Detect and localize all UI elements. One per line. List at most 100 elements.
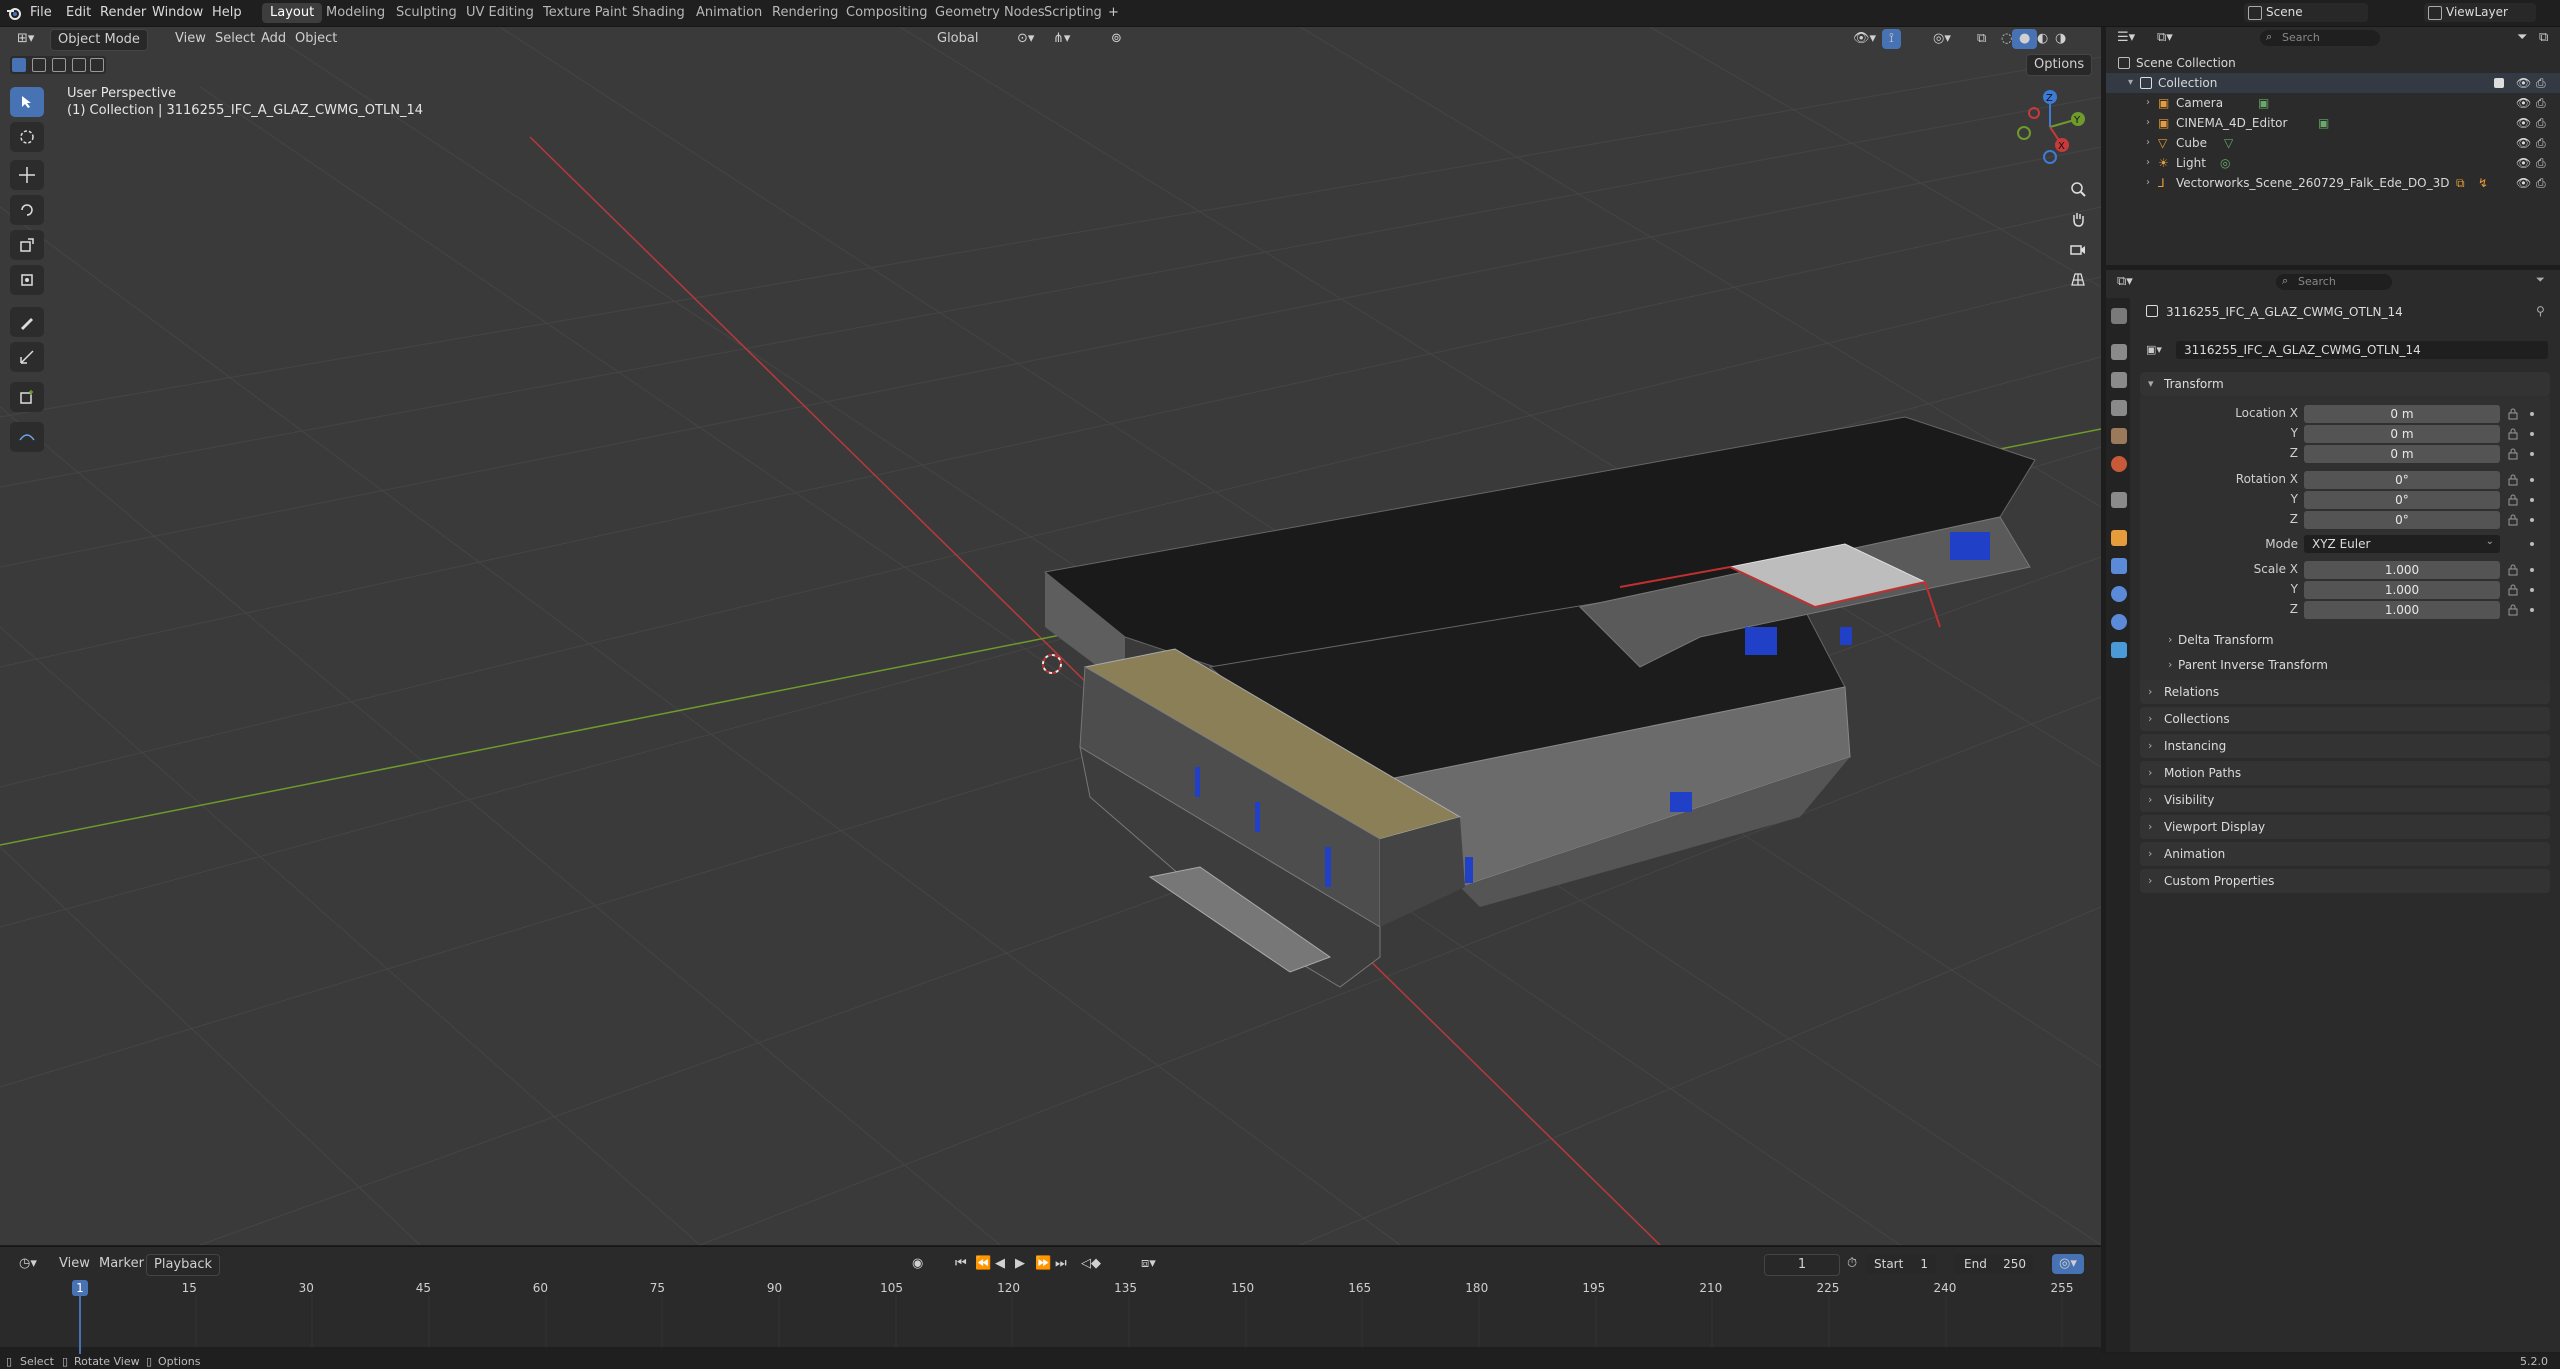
outliner-search-input[interactable]: ⌕ Search xyxy=(2260,30,2380,46)
outliner-row-camera[interactable]: › ▣ Camera ▣ 👁 ⎙ xyxy=(2106,93,2560,113)
scale-x-field[interactable]: 1.000 xyxy=(2304,561,2500,579)
view-layer-tab-icon[interactable] xyxy=(2111,400,2127,416)
outliner-row-cinema4d[interactable]: › ▣ CINEMA_4D_Editor ▣ 👁 ⎙ xyxy=(2106,113,2560,133)
menu-object[interactable]: Object xyxy=(288,29,344,49)
expand-chevron-icon[interactable]: › xyxy=(2146,133,2150,153)
snap-icon[interactable]: ⋔▾ xyxy=(1046,29,1077,49)
rotation-mode-select[interactable]: XYZ Euler ⌄ xyxy=(2304,535,2500,553)
outliner-display-mode-icon[interactable]: ⧉▾ xyxy=(2150,28,2180,48)
world-tab-icon[interactable] xyxy=(2111,456,2127,472)
output-tab-icon[interactable] xyxy=(2111,372,2127,388)
render-tab-icon[interactable] xyxy=(2111,344,2127,360)
eye-icon[interactable]: 👁 xyxy=(2516,153,2531,173)
lock-icon[interactable] xyxy=(2508,428,2518,440)
annotate-tool-icon[interactable] xyxy=(10,307,44,337)
keying-set-icon[interactable]: ⧈▾ xyxy=(1134,1254,1163,1274)
eye-icon[interactable]: 👁 xyxy=(2516,133,2531,153)
eye-icon[interactable]: 👁 xyxy=(2516,73,2531,93)
properties-search-input[interactable]: ⌕ Search xyxy=(2276,274,2392,290)
lock-icon[interactable] xyxy=(2508,564,2518,576)
keyframe-decorator-icon[interactable] xyxy=(2530,452,2534,456)
scale-z-field[interactable]: 1.000 xyxy=(2304,601,2500,619)
keyframe-decorator-icon[interactable] xyxy=(2530,608,2534,612)
camera-view-icon[interactable] xyxy=(2064,235,2092,263)
rendered-shading-icon[interactable]: ◑ xyxy=(2048,29,2073,49)
select-intersect-icon[interactable] xyxy=(90,58,104,72)
scene-tab-icon[interactable] xyxy=(2111,428,2127,444)
lock-icon[interactable] xyxy=(2508,604,2518,616)
expand-chevron-icon[interactable]: › xyxy=(2146,93,2150,113)
tool-tab-icon[interactable] xyxy=(2111,308,2127,324)
camera-render-icon[interactable]: ⎙ xyxy=(2536,113,2546,133)
tab-animation[interactable]: Animation xyxy=(688,3,770,23)
end-frame-field[interactable]: End 250 xyxy=(1954,1254,2034,1274)
measure-tool-icon[interactable] xyxy=(10,342,44,372)
tab-layout[interactable]: Layout xyxy=(262,3,323,23)
rotation-y-field[interactable]: 0° xyxy=(2304,491,2500,509)
camera-render-icon[interactable]: ⎙ xyxy=(2536,93,2546,113)
animation-panel-header[interactable]: › Animation xyxy=(2140,842,2550,866)
keyframe-decorator-icon[interactable] xyxy=(2530,518,2534,522)
object-tab-icon[interactable] xyxy=(2111,530,2127,546)
camera-render-icon[interactable]: ⎙ xyxy=(2536,153,2546,173)
delta-transform-header[interactable]: › Delta Transform xyxy=(2160,630,2550,650)
timeline-overlay-icon[interactable]: ◎▾ xyxy=(2052,1254,2084,1274)
menu-edit[interactable]: Edit xyxy=(60,4,97,22)
pin-icon[interactable]: ⚲ xyxy=(2536,304,2545,318)
select-subtract-icon[interactable] xyxy=(52,58,66,72)
3d-viewport[interactable]: ⊞▾ Object Mode View Select Add Object Gl… xyxy=(0,27,2101,1245)
tab-compositing[interactable]: Compositing xyxy=(838,3,936,23)
gizmo-toggle-icon[interactable]: ⟟ xyxy=(1882,29,1901,49)
start-frame-field[interactable]: Start 1 xyxy=(1866,1254,1936,1274)
select-extend-icon[interactable] xyxy=(32,58,46,72)
tab-shading[interactable]: Shading xyxy=(624,3,693,23)
tab-uv-editing[interactable]: UV Editing xyxy=(458,3,542,23)
scale-tool-icon[interactable] xyxy=(10,230,44,260)
outliner-row-light[interactable]: › ☀ Light ◎ 👁 ⎙ xyxy=(2106,153,2560,173)
move-tool-icon[interactable] xyxy=(10,160,44,190)
eye-icon[interactable]: 👁 xyxy=(2516,113,2531,133)
keyframe-decorator-icon[interactable] xyxy=(2530,432,2534,436)
lock-icon[interactable] xyxy=(2508,448,2518,460)
viewport-display-panel-header[interactable]: › Viewport Display xyxy=(2140,815,2550,839)
tab-sculpting[interactable]: Sculpting xyxy=(388,3,465,23)
lock-icon[interactable] xyxy=(2508,584,2518,596)
keyframe-prev-icon[interactable]: ◁◆ xyxy=(1074,1254,1108,1274)
proportional-edit-icon[interactable]: ⊚ xyxy=(1104,29,1129,49)
tab-texture-paint[interactable]: Texture Paint xyxy=(535,3,635,23)
motion-paths-panel-header[interactable]: › Motion Paths xyxy=(2140,761,2550,785)
select-invert-icon[interactable] xyxy=(72,58,86,72)
object-datablock-icon[interactable]: ▣▾ xyxy=(2146,343,2162,356)
auto-keying-icon[interactable]: ◉ xyxy=(905,1254,930,1274)
transform-panel-header[interactable]: ▾ Transform xyxy=(2140,372,2550,396)
tab-rendering[interactable]: Rendering xyxy=(764,3,846,23)
timeline-menu-playback[interactable]: Playback xyxy=(146,1254,221,1276)
eye-icon[interactable]: 👁 xyxy=(2516,173,2531,193)
parent-inverse-transform-header[interactable]: › Parent Inverse Transform xyxy=(2160,655,2550,675)
outliner-row-vectorworks[interactable]: › ⅃ Vectorworks_Scene_260729_Falk_Ede_DO… xyxy=(2106,173,2560,193)
xray-icon[interactable]: ⧉ xyxy=(1970,29,1993,49)
outliner-row-cube[interactable]: › ▽ Cube ▽ 👁 ⎙ xyxy=(2106,133,2560,153)
rotation-z-field[interactable]: 0° xyxy=(2304,511,2500,529)
menu-render[interactable]: Render xyxy=(94,4,152,22)
custom-properties-panel-header[interactable]: › Custom Properties xyxy=(2140,869,2550,893)
expand-chevron-icon[interactable]: ▾ xyxy=(2128,73,2133,93)
location-y-field[interactable]: 0 m xyxy=(2304,425,2500,443)
physics-tab-icon[interactable] xyxy=(2111,614,2127,630)
outliner-filter-icon[interactable]: ⏷ xyxy=(2510,28,2534,48)
timer-icon[interactable]: ⏱ xyxy=(1840,1254,1864,1274)
timeline-editor-type-icon[interactable]: ◷▾ xyxy=(12,1254,44,1274)
keyframe-decorator-icon[interactable] xyxy=(2530,568,2534,572)
pivot-icon[interactable]: ⊙▾ xyxy=(1010,29,1041,49)
overlay-toggle-icon[interactable]: ◎▾ xyxy=(1926,29,1958,49)
particles-tab-icon[interactable] xyxy=(2111,586,2127,602)
lock-icon[interactable] xyxy=(2508,408,2518,420)
object-name-field[interactable]: 3116255_IFC_A_GLAZ_CWMG_OTLN_14 xyxy=(2184,343,2421,357)
eye-icon[interactable]: 👁 xyxy=(2516,93,2531,113)
expand-chevron-icon[interactable]: › xyxy=(2146,113,2150,133)
options-button[interactable]: Options xyxy=(2026,54,2093,76)
current-frame-field[interactable]: 1 xyxy=(1764,1254,1840,1276)
jump-end-icon[interactable]: ⏭ xyxy=(1048,1254,1074,1274)
lock-icon[interactable] xyxy=(2508,514,2518,526)
menu-file[interactable]: File xyxy=(24,4,58,22)
